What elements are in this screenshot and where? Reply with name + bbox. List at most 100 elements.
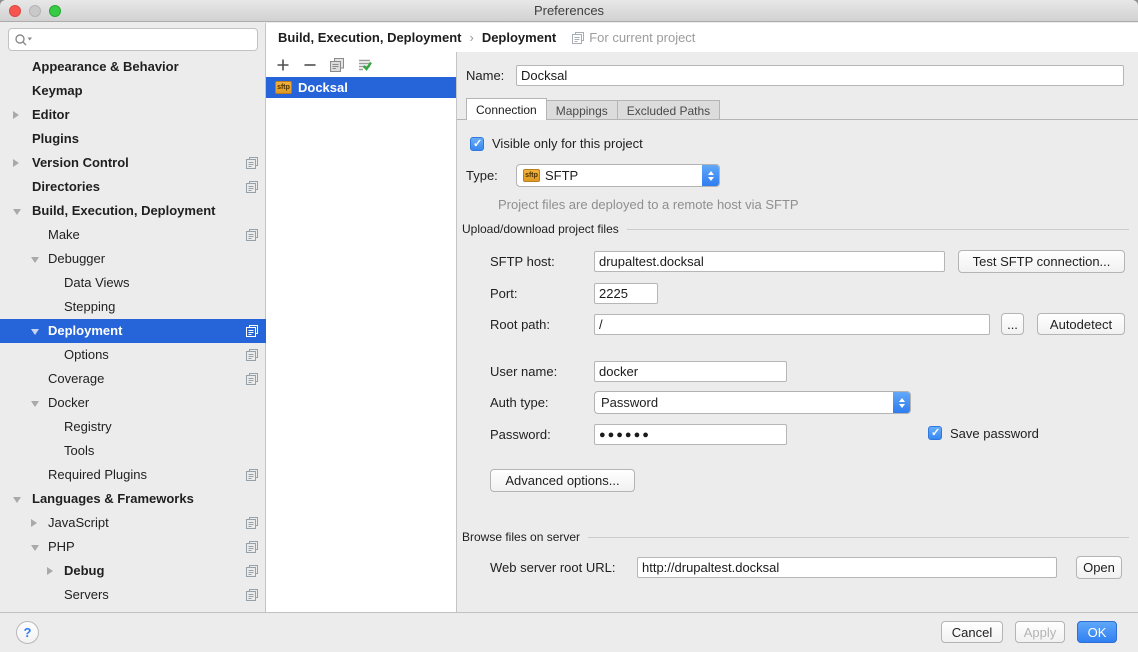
auth-type-label: Auth type: <box>490 392 549 413</box>
tab-bar: ConnectionMappingsExcluded Paths <box>466 98 719 120</box>
sidebar-item-label: Stepping <box>64 295 115 319</box>
root-path-browse-button[interactable]: ... <box>1001 313 1024 335</box>
autodetect-button[interactable]: Autodetect <box>1037 313 1125 335</box>
root-path-label: Root path: <box>490 314 550 335</box>
tab-excluded-paths[interactable]: Excluded Paths <box>617 100 720 120</box>
section-divider <box>588 537 1129 538</box>
type-value: SFTP <box>545 168 578 183</box>
browse-section-title: Browse files on server <box>462 530 580 544</box>
server-list-toolbar <box>266 52 456 76</box>
chevron-down-icon[interactable] <box>31 329 39 335</box>
sidebar-item-required-plugins[interactable]: Required Plugins <box>0 463 266 487</box>
section-divider <box>627 229 1129 230</box>
sidebar-item-label: Required Plugins <box>48 463 147 487</box>
search-input[interactable] <box>34 31 257 48</box>
server-item-docksal[interactable]: sftp Docksal <box>266 77 456 98</box>
visible-only-label: Visible only for this project <box>492 136 643 152</box>
chevron-down-icon[interactable] <box>13 209 21 215</box>
web-root-field[interactable] <box>637 557 1057 578</box>
user-name-label: User name: <box>490 361 557 382</box>
per-project-icon <box>246 157 258 169</box>
sidebar-item-registry[interactable]: Registry <box>0 415 266 439</box>
sidebar-item-label: Editor <box>32 103 70 127</box>
root-path-field[interactable] <box>594 314 990 335</box>
title-bar[interactable]: Preferences <box>0 0 1138 22</box>
sidebar-item-label: Registry <box>64 415 112 439</box>
chevron-down-icon[interactable] <box>31 257 39 263</box>
sidebar-item-php[interactable]: PHP <box>0 535 266 559</box>
sidebar-item-javascript[interactable]: JavaScript <box>0 511 266 535</box>
breadcrumb-separator: › <box>469 30 473 45</box>
help-button[interactable]: ? <box>16 621 39 644</box>
sidebar-item-docker[interactable]: Docker <box>0 391 266 415</box>
open-url-button[interactable]: Open <box>1076 556 1122 579</box>
sidebar-item-version-control[interactable]: Version Control <box>0 151 266 175</box>
visible-only-checkbox[interactable] <box>470 137 484 151</box>
sidebar-item-label: Appearance & Behavior <box>32 55 179 79</box>
remove-server-button[interactable] <box>303 58 317 72</box>
type-select[interactable]: sftp SFTP <box>516 164 720 187</box>
save-password-label: Save password <box>950 426 1039 442</box>
sidebar-item-stepping[interactable]: Stepping <box>0 295 266 319</box>
tab-mappings[interactable]: Mappings <box>546 100 618 120</box>
chevron-down-icon[interactable] <box>13 497 21 503</box>
port-field[interactable] <box>594 283 658 304</box>
sidebar-item-make[interactable]: Make <box>0 223 266 247</box>
sidebar-item-label: PHP <box>48 535 75 559</box>
per-project-icon <box>572 32 584 44</box>
user-name-field[interactable] <box>594 361 787 382</box>
breadcrumb-page: Deployment <box>482 30 556 45</box>
sidebar-item-build-execution-deployment[interactable]: Build, Execution, Deployment <box>0 199 266 223</box>
breadcrumb: Build, Execution, Deployment › Deploymen… <box>266 23 1138 52</box>
per-project-icon <box>246 517 258 529</box>
settings-search-field[interactable] <box>8 28 258 51</box>
save-password-checkbox[interactable] <box>928 426 942 440</box>
sidebar-item-keymap[interactable]: Keymap <box>0 79 266 103</box>
deployment-form: Name: ConnectionMappingsExcluded Paths V… <box>457 52 1138 612</box>
chevron-down-icon[interactable] <box>31 401 39 407</box>
sidebar-item-languages-frameworks[interactable]: Languages & Frameworks <box>0 487 266 511</box>
add-server-button[interactable] <box>276 58 290 72</box>
chevron-right-icon[interactable] <box>47 567 53 575</box>
sidebar-item-plugins[interactable]: Plugins <box>0 127 266 151</box>
sidebar-item-options[interactable]: Options <box>0 343 266 367</box>
sidebar-item-editor[interactable]: Editor <box>0 103 266 127</box>
sidebar-item-label: Data Views <box>64 271 130 295</box>
password-field[interactable] <box>594 424 787 445</box>
name-field[interactable] <box>516 65 1124 86</box>
per-project-icon <box>246 565 258 577</box>
apply-button[interactable]: Apply <box>1015 621 1065 643</box>
tab-connection[interactable]: Connection <box>466 98 547 120</box>
sidebar-item-directories[interactable]: Directories <box>0 175 266 199</box>
chevron-right-icon[interactable] <box>31 519 37 527</box>
chevron-down-icon[interactable] <box>31 545 39 551</box>
settings-sidebar: Appearance & BehaviorKeymapEditorPlugins… <box>0 23 266 612</box>
sidebar-item-label: Servers <box>64 583 109 607</box>
sidebar-item-coverage[interactable]: Coverage <box>0 367 266 391</box>
server-item-label: Docksal <box>298 80 348 95</box>
sidebar-item-deployment[interactable]: Deployment <box>0 319 266 343</box>
per-project-icon <box>246 349 258 361</box>
test-sftp-connection-button[interactable]: Test SFTP connection... <box>958 250 1125 273</box>
ok-button[interactable]: OK <box>1077 621 1117 643</box>
chevron-right-icon[interactable] <box>13 111 19 119</box>
sidebar-item-tools[interactable]: Tools <box>0 439 266 463</box>
sidebar-item-label: Keymap <box>32 79 83 103</box>
sidebar-item-servers[interactable]: Servers <box>0 583 266 607</box>
chevron-right-icon[interactable] <box>13 159 19 167</box>
sidebar-item-label: Coverage <box>48 367 104 391</box>
scope-label: For current project <box>589 30 695 45</box>
copy-server-button[interactable] <box>330 58 344 72</box>
per-project-icon <box>246 373 258 385</box>
breadcrumb-section[interactable]: Build, Execution, Deployment <box>278 30 461 45</box>
use-as-default-button[interactable] <box>357 58 372 72</box>
sidebar-item-debugger[interactable]: Debugger <box>0 247 266 271</box>
sftp-host-field[interactable] <box>594 251 945 272</box>
sidebar-item-data-views[interactable]: Data Views <box>0 271 266 295</box>
cancel-button[interactable]: Cancel <box>941 621 1003 643</box>
sidebar-item-debug[interactable]: Debug <box>0 559 266 583</box>
auth-type-select[interactable]: Password <box>594 391 911 414</box>
search-icon <box>14 33 34 47</box>
sidebar-item-appearance-behavior[interactable]: Appearance & Behavior <box>0 55 266 79</box>
advanced-options-button[interactable]: Advanced options... <box>490 469 635 492</box>
